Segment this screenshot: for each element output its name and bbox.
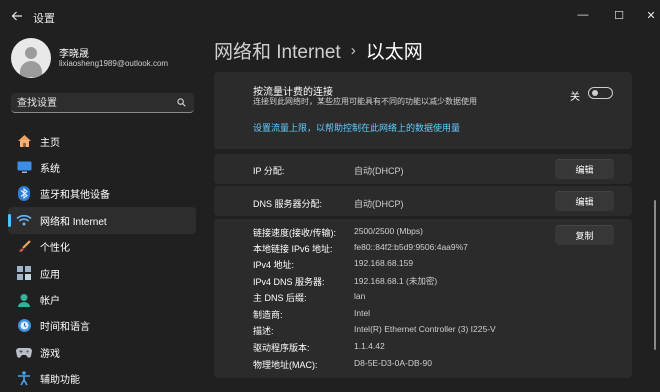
property-key: IPv4 DNS 服务器: (253, 277, 325, 287)
home-icon (16, 133, 32, 149)
property-row: 制造商: Intel (214, 308, 544, 322)
settings-window: 设置 — ☐ ✕ 李晓晟 lixiaosheng1989@outlook.com… (0, 0, 660, 392)
system-icon (16, 160, 32, 176)
sidebar-item-label: 应用 (40, 269, 60, 281)
back-arrow-icon (11, 11, 22, 21)
page-title: 以太网 (365, 41, 423, 63)
property-value: 192.168.68.159 (354, 258, 414, 268)
sidebar-item-home[interactable]: 主页 (8, 128, 196, 154)
search-input[interactable] (17, 95, 167, 111)
sidebar-item-label: 网络和 Internet (40, 216, 107, 228)
metered-toggle[interactable] (588, 87, 613, 99)
property-value: lan (354, 291, 366, 301)
sidebar-item-label: 辅助功能 (40, 375, 80, 387)
breadcrumb-separator: › (350, 41, 356, 59)
property-key: 驱动程序版本: (253, 343, 310, 353)
gaming-icon (16, 344, 32, 360)
search-icon[interactable] (177, 98, 186, 107)
sidebar-item-label: 蓝牙和其他设备 (40, 190, 110, 202)
property-value: 1.1.4.42 (354, 341, 385, 351)
property-value: Intel(R) Ethernet Controller (3) I225-V (354, 324, 496, 334)
property-key: 描述: (253, 326, 274, 336)
sidebar-item-system[interactable]: 系统 (8, 154, 196, 180)
dns-edit-button[interactable]: 编辑 (555, 191, 614, 211)
close-button[interactable]: ✕ (628, 0, 660, 30)
network-icon (16, 212, 32, 228)
property-value: fe80::84f2:b5d9:9506:4aa9%7 (354, 242, 468, 252)
dns-assignment-label: DNS 服务器分配: (253, 199, 323, 209)
scrollbar[interactable] (654, 200, 656, 350)
data-limit-link[interactable]: 设置流量上限，以帮助控制在此网络上的数据使用量 (253, 121, 460, 134)
sidebar-item-bluetooth[interactable]: 蓝牙和其他设备 (8, 181, 196, 207)
property-row: 物理地址(MAC): D8-5E-D3-0A-DB-90 (214, 358, 544, 372)
dns-assignment-card: DNS 服务器分配: 自动(DHCP) 编辑 (214, 186, 632, 216)
user-profile[interactable]: 李晓晟 lixiaosheng1989@outlook.com (11, 38, 201, 78)
properties-card: 复制 链接速度(接收/传输): 2500/2500 (Mbps) 本地链接 IP… (214, 219, 632, 378)
sidebar-item-label: 个性化 (40, 243, 70, 255)
back-button[interactable] (6, 6, 28, 26)
title-bar: 设置 — ☐ ✕ (0, 0, 660, 32)
property-key: 链接速度(接收/传输): (253, 228, 336, 238)
brush-icon (16, 239, 32, 255)
property-row: 描述: Intel(R) Ethernet Controller (3) I22… (214, 324, 544, 338)
property-row: IPv4 DNS 服务器: 192.168.68.1 (未加密) (214, 275, 544, 289)
sidebar-item-accessibility[interactable]: 辅助功能 (8, 366, 196, 392)
property-key: 制造商: (253, 310, 283, 320)
sidebar-item-label: 时间和语言 (40, 322, 90, 334)
property-row: 链接速度(接收/传输): 2500/2500 (Mbps) (214, 226, 544, 240)
ip-assignment-card: IP 分配: 自动(DHCP) 编辑 (214, 154, 632, 184)
main-content: 按流量计费的连接 连接到此网络时，某些应用可能具有不同的功能以减少数据使用 关 … (214, 72, 632, 378)
sidebar-item-apps[interactable]: 应用 (8, 260, 196, 286)
property-value: 192.168.68.1 (未加密) (354, 276, 438, 286)
user-email: lixiaosheng1989@outlook.com (59, 59, 169, 68)
sidebar-nav: 主页 系统 蓝牙和其他设备 网络和 Internet 个性化 应用 帐户 时间和… (8, 128, 196, 392)
ip-assignment-value: 自动(DHCP) (354, 166, 404, 176)
property-key: 主 DNS 后缀: (253, 293, 307, 303)
property-value: D8-5E-D3-0A-DB-90 (354, 358, 432, 368)
toggle-state-label: 关 (570, 92, 580, 103)
property-row: 本地链接 IPv6 地址: fe80::84f2:b5d9:9506:4aa9%… (214, 242, 544, 256)
property-key: 物理地址(MAC): (253, 360, 318, 370)
search-box[interactable] (11, 93, 194, 113)
apps-icon (16, 265, 32, 281)
property-row: 驱动程序版本: 1.1.4.42 (214, 341, 544, 355)
breadcrumb: 网络和 Internet › 以太网 (214, 36, 423, 64)
copy-button[interactable]: 复制 (555, 225, 614, 245)
app-title: 设置 (33, 13, 55, 25)
sidebar-item-network[interactable]: 网络和 Internet (8, 207, 196, 234)
property-value: 2500/2500 (Mbps) (354, 226, 423, 236)
sidebar-item-accounts[interactable]: 帐户 (8, 286, 196, 312)
metered-description: 连接到此网络时，某些应用可能具有不同的功能以减少数据使用 (253, 97, 477, 106)
account-icon (16, 292, 32, 308)
sidebar-item-time-language[interactable]: 时间和语言 (8, 313, 196, 339)
property-key: 本地链接 IPv6 地址: (253, 244, 333, 254)
property-row: IPv4 地址: 192.168.68.159 (214, 258, 544, 272)
sidebar-item-label: 游戏 (40, 348, 60, 360)
ip-edit-button[interactable]: 编辑 (555, 159, 614, 179)
user-name: 李晓晟 (59, 49, 89, 60)
breadcrumb-parent[interactable]: 网络和 Internet (214, 37, 341, 64)
sidebar-item-label: 主页 (40, 137, 60, 149)
time-language-icon (16, 318, 32, 334)
bluetooth-icon (16, 186, 32, 202)
property-key: IPv4 地址: (253, 260, 295, 270)
avatar (11, 38, 51, 78)
sidebar-item-personalization[interactable]: 个性化 (8, 234, 196, 260)
metered-connection-card: 按流量计费的连接 连接到此网络时，某些应用可能具有不同的功能以减少数据使用 关 … (214, 72, 632, 149)
ip-assignment-label: IP 分配: (253, 166, 285, 176)
sidebar-item-label: 系统 (40, 164, 60, 176)
property-value: Intel (354, 308, 371, 318)
property-row: 主 DNS 后缀: lan (214, 291, 544, 305)
dns-assignment-value: 自动(DHCP) (354, 199, 404, 209)
accessibility-icon (16, 371, 32, 387)
sidebar-item-gaming[interactable]: 游戏 (8, 339, 196, 365)
sidebar-item-label: 帐户 (40, 296, 60, 308)
